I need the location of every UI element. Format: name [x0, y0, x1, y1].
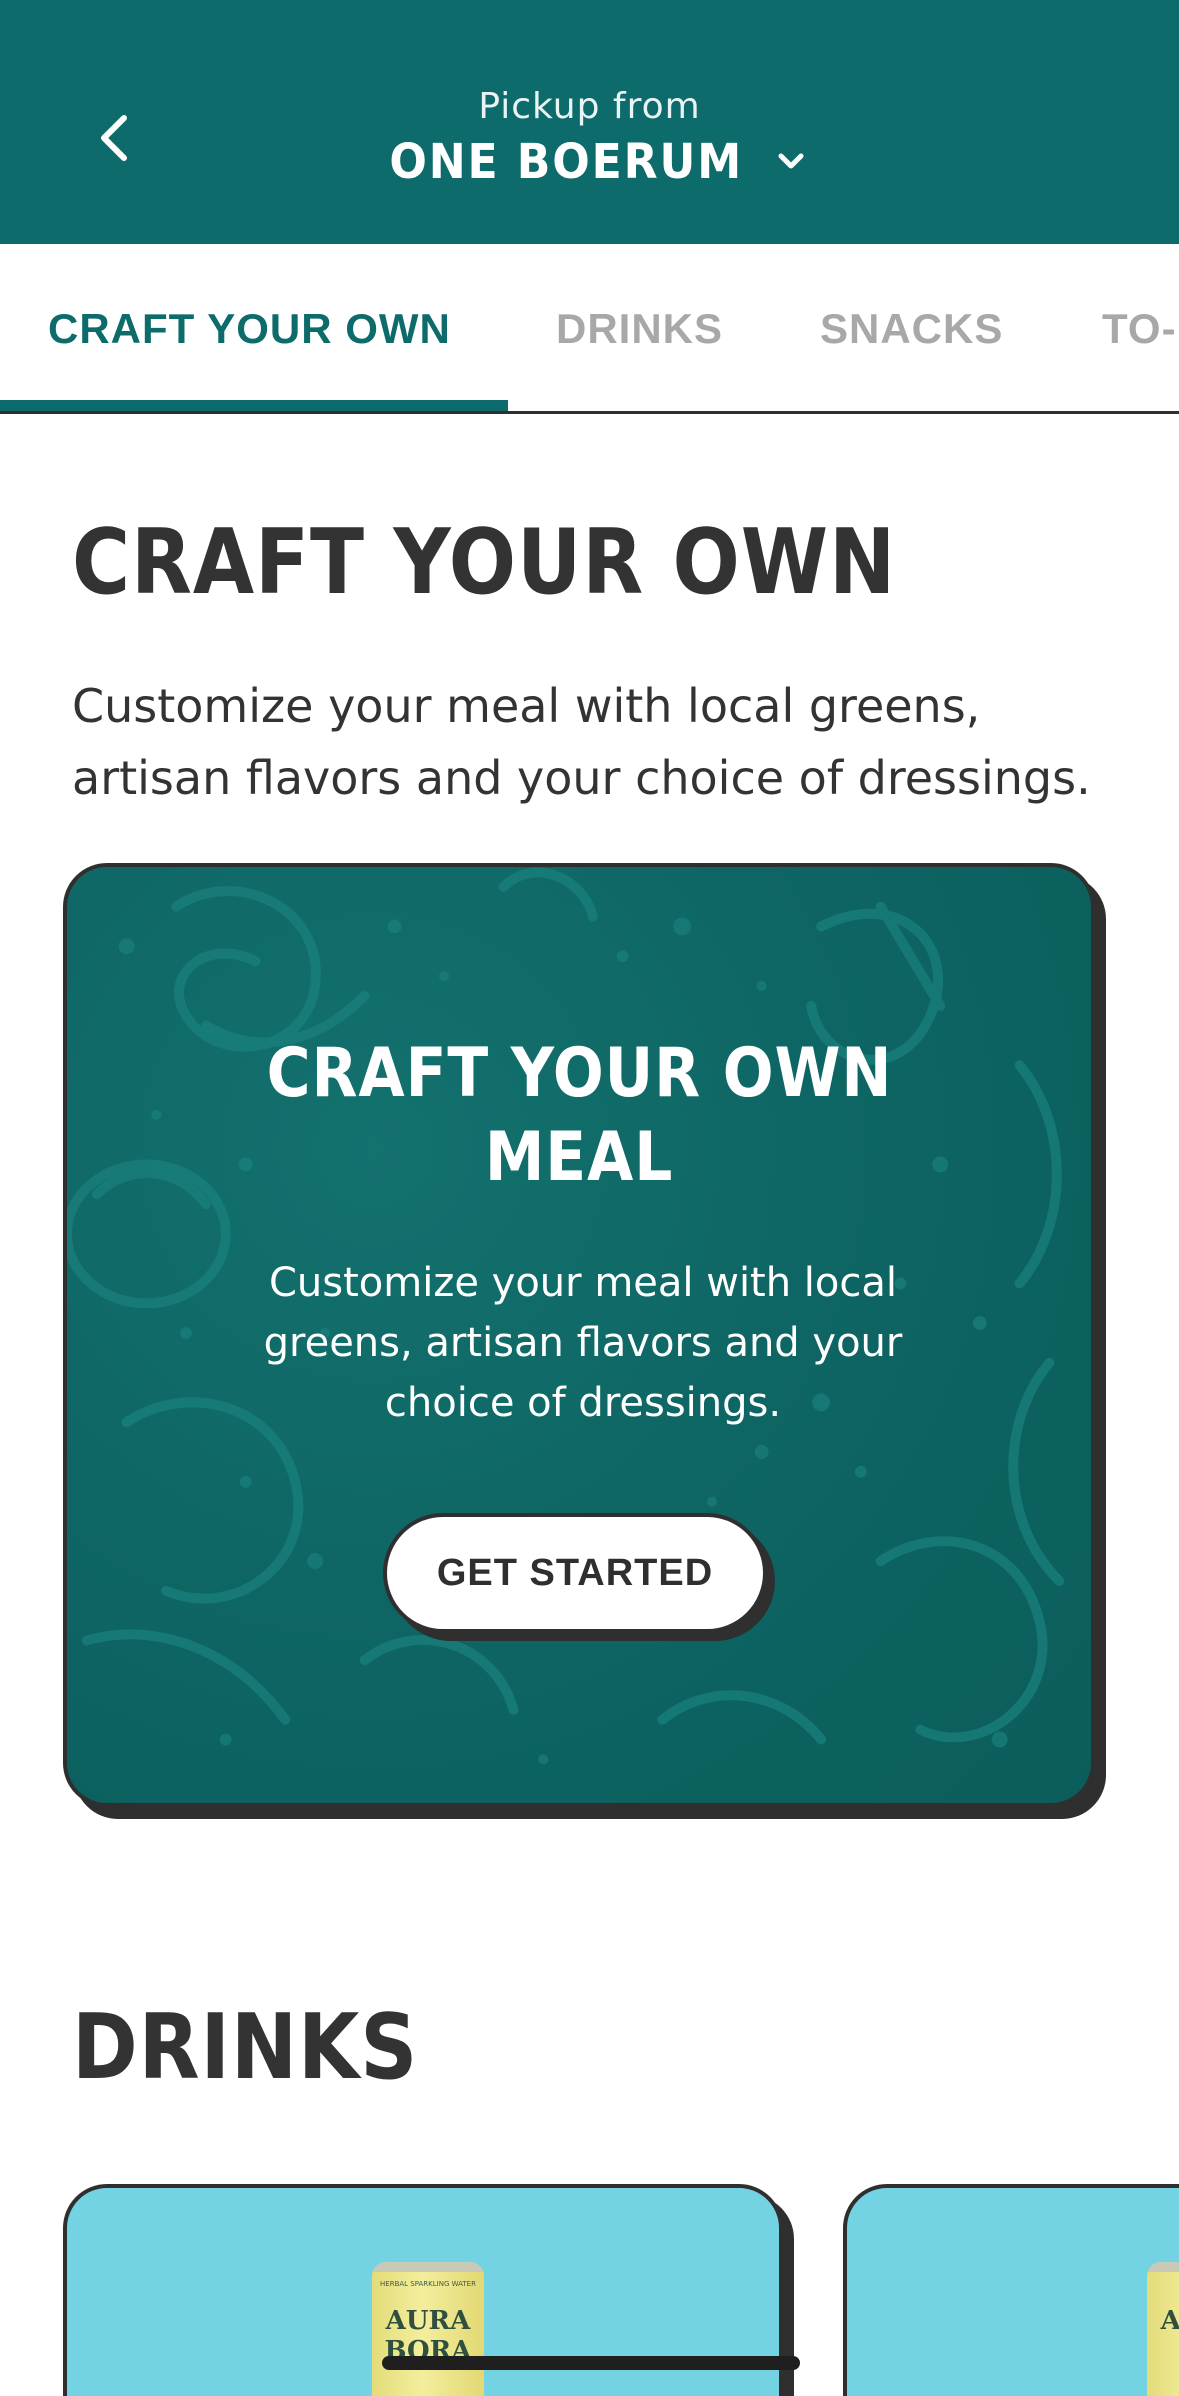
get-started-button[interactable]: GET STARTED — [383, 1513, 767, 1633]
card-title-line1: CRAFT YOUR OWN — [266, 1034, 892, 1113]
can-rim — [372, 2262, 484, 2272]
home-indicator[interactable] — [382, 2356, 800, 2370]
section-title-drinks: DRINKS — [72, 1995, 419, 2100]
drink-product-card-2[interactable]: AURA — [843, 2184, 1179, 2396]
header: Pickup from ONE BOERUM — [0, 0, 1179, 244]
pickup-label: Pickup from — [478, 86, 701, 127]
menu-page: Pickup from ONE BOERUM CRAFT YOUR OWN DR… — [0, 0, 1179, 2396]
tab-snacks[interactable]: SNACKS — [820, 244, 1003, 414]
tab-drinks[interactable]: DRINKS — [556, 244, 723, 414]
active-tab-indicator — [0, 400, 508, 411]
section-description-craft: Customize your meal with local greens, a… — [72, 679, 1091, 805]
section-title-craft: CRAFT YOUR OWN — [72, 510, 897, 615]
can-brand-line1-2: AURA — [1160, 2306, 1179, 2336]
can-brand-line1: AURA — [385, 2306, 471, 2336]
location-selector[interactable]: ONE BOERUM — [0, 134, 1179, 190]
card-title-line2: MEAL — [484, 1118, 674, 1197]
can-tagline: HERBAL SPARKLING WATER — [380, 2280, 476, 2288]
card-description: Customize your meal with local greens, a… — [263, 1260, 903, 1426]
card-title: CRAFT YOUR OWN MEAL — [67, 1032, 1091, 1200]
location-name: ONE BOERUM — [389, 134, 744, 190]
category-tabs: CRAFT YOUR OWN DRINKS SNACKS TO- — [0, 244, 1179, 414]
tab-craft-your-own[interactable]: CRAFT YOUR OWN — [48, 244, 451, 414]
craft-meal-card[interactable]: CRAFT YOUR OWN MEAL Customize your meal … — [63, 863, 1095, 1807]
drink-can-image: HERBAL SPARKLING WATER AURA BORA — [372, 2262, 484, 2396]
can-rim-2 — [1147, 2262, 1179, 2272]
drink-can-image-2: AURA — [1147, 2262, 1179, 2396]
tab-to-go[interactable]: TO- — [1102, 244, 1177, 414]
chevron-down-icon — [778, 153, 804, 169]
